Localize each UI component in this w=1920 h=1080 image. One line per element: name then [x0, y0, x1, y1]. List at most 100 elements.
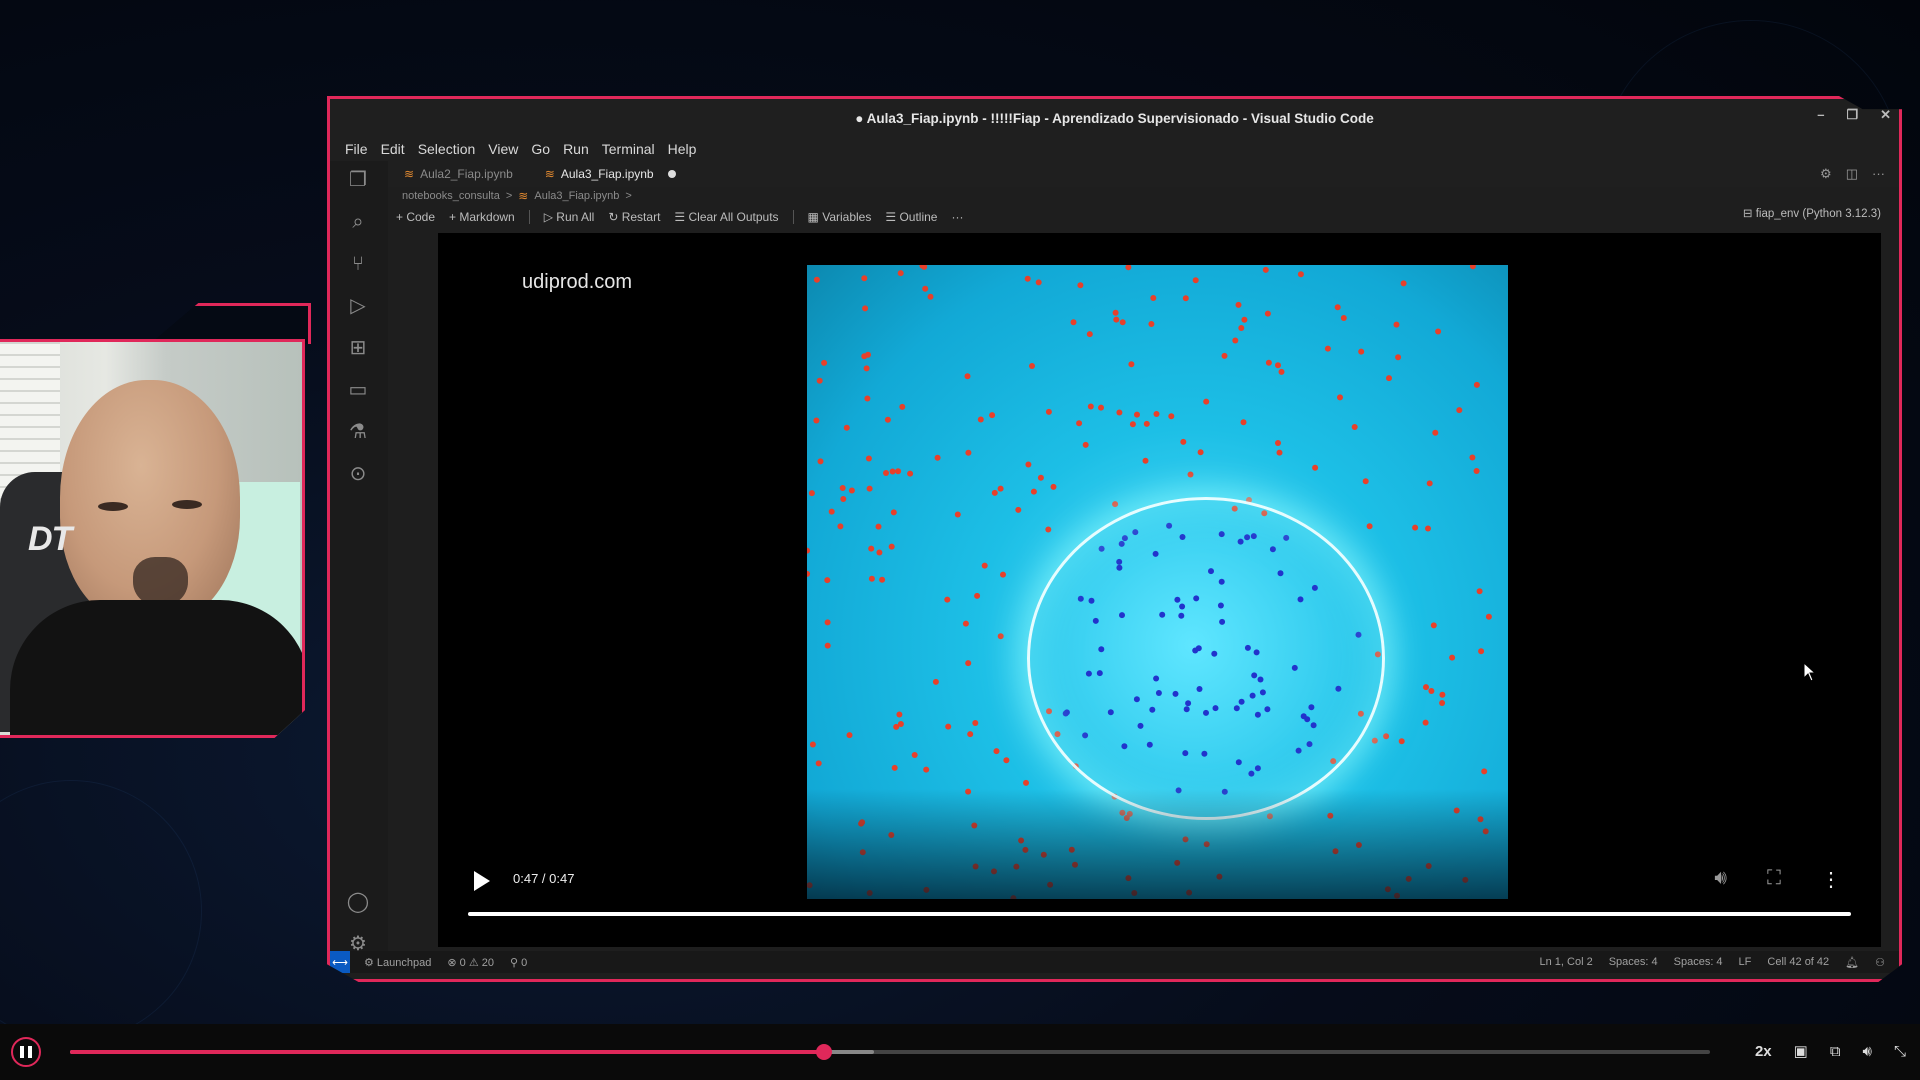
- outline-button[interactable]: ☰ Outline: [885, 210, 937, 224]
- exit-fullscreen-icon[interactable]: ⤡: [1894, 1043, 1906, 1060]
- launchpad-item[interactable]: ⚙ Launchpad: [364, 956, 431, 969]
- clear-outputs-button[interactable]: ☰ Clear All Outputs: [674, 210, 778, 224]
- picture-in-picture-icon[interactable]: ⧉: [1830, 1043, 1841, 1060]
- player-progress-track[interactable]: [70, 1044, 1710, 1060]
- red-particle: [1423, 684, 1429, 691]
- red-particle: [807, 547, 810, 554]
- red-particle: [843, 424, 850, 431]
- red-particle: [1393, 321, 1400, 328]
- red-particle: [981, 562, 988, 569]
- kernel-picker[interactable]: ⊟ fiap_env (Python 3.12.3): [1743, 206, 1881, 220]
- captions-icon[interactable]: ▣: [1794, 1042, 1808, 1060]
- red-particle: [1276, 449, 1283, 456]
- red-particle: [875, 523, 882, 530]
- red-particle: [1426, 480, 1433, 487]
- volume-icon[interactable]: 🔊︎: [1714, 867, 1727, 892]
- red-particle: [861, 275, 868, 282]
- red-particle: [1143, 420, 1150, 427]
- restore-icon[interactable]: ❐: [1846, 107, 1858, 123]
- ports-item[interactable]: ⚲ 0: [510, 956, 527, 969]
- editor-tabs: ≋ Aula2_Fiap.ipynb ≋ Aula3_Fiap.ipynb ⚙ …: [388, 161, 1899, 187]
- toolbar-more-button[interactable]: ···: [951, 210, 963, 224]
- red-particle: [1187, 471, 1194, 478]
- menu-item-go[interactable]: Go: [531, 141, 550, 157]
- testing-icon[interactable]: ⚗: [345, 419, 371, 445]
- gear-icon[interactable]: ⚙: [1820, 166, 1832, 182]
- decision-boundary-ring: [1027, 497, 1385, 820]
- red-particle: [1265, 359, 1272, 366]
- red-particle: [1395, 354, 1402, 361]
- red-particle: [922, 285, 929, 292]
- breadcrumb-folder[interactable]: notebooks_consulta: [402, 190, 500, 202]
- red-particle: [1422, 719, 1429, 726]
- indentation-1[interactable]: Spaces: 4: [1609, 956, 1658, 969]
- cursor-position[interactable]: Ln 1, Col 2: [1540, 956, 1593, 969]
- red-particle: [868, 575, 875, 582]
- video-progress-bar[interactable]: [468, 912, 1851, 916]
- volume-icon[interactable]: 🔊︎: [1863, 1043, 1872, 1060]
- notifications-bell-icon[interactable]: 🔔︎: [1845, 956, 1859, 969]
- embedded-video[interactable]: [807, 265, 1508, 899]
- red-particle: [1278, 368, 1285, 375]
- menu-item-help[interactable]: Help: [668, 141, 697, 157]
- red-particle: [1337, 394, 1343, 401]
- video-controls: 0:47 / 0:47 🔊︎ ⛶ ⋮: [438, 857, 1881, 947]
- red-particle: [891, 764, 898, 771]
- red-particle: [1070, 319, 1077, 326]
- run-debug-icon[interactable]: ▷: [345, 293, 371, 319]
- cell-indicator[interactable]: Cell 42 of 42: [1767, 956, 1829, 969]
- minimize-icon[interactable]: –: [1817, 107, 1824, 123]
- red-particle: [1098, 404, 1104, 411]
- breadcrumb-file[interactable]: Aula3_Fiap.ipynb: [534, 190, 619, 202]
- red-particle: [1473, 381, 1480, 388]
- red-particle: [1371, 737, 1378, 744]
- accounts-icon[interactable]: ◯: [345, 889, 371, 915]
- split-editor-icon[interactable]: ◫: [1846, 166, 1858, 182]
- add-code-button[interactable]: + Code: [396, 210, 435, 224]
- menu-item-terminal[interactable]: Terminal: [602, 141, 655, 157]
- problems-item[interactable]: ⊗ 0 ⚠ 20: [447, 956, 494, 969]
- menu-item-selection[interactable]: Selection: [418, 141, 476, 157]
- unsaved-dot-icon[interactable]: [667, 170, 676, 178]
- menu-item-view[interactable]: View: [488, 141, 518, 157]
- red-particle: [1180, 438, 1187, 445]
- red-particle: [927, 293, 934, 300]
- source-control-icon[interactable]: ⑂: [345, 251, 371, 277]
- extensions-icon[interactable]: ⊞: [345, 335, 371, 361]
- explorer-icon[interactable]: ❐: [345, 167, 371, 193]
- red-particle: [923, 766, 930, 773]
- pause-icon[interactable]: [11, 1037, 41, 1067]
- run-all-button[interactable]: ▷ Run All: [544, 210, 595, 224]
- end-of-line[interactable]: LF: [1739, 956, 1752, 969]
- red-particle: [897, 721, 904, 727]
- red-particle: [1432, 429, 1439, 436]
- menu-item-file[interactable]: File: [345, 141, 368, 157]
- red-particle: [977, 416, 984, 423]
- search-icon[interactable]: ⌕: [345, 209, 371, 235]
- restart-label: Restart: [621, 210, 661, 224]
- remote-explorer-icon[interactable]: ▭: [345, 377, 371, 403]
- menu-item-edit[interactable]: Edit: [381, 141, 405, 157]
- red-particle: [865, 455, 872, 462]
- vscode-window: ● Aula3_Fiap.ipynb - !!!!!Fiap - Aprendi…: [327, 96, 1902, 982]
- more-actions-icon[interactable]: ···: [1872, 166, 1885, 182]
- git-graph-icon[interactable]: ⊙: [345, 461, 371, 487]
- red-particle: [889, 468, 896, 475]
- playback-speed-button[interactable]: 2x: [1755, 1043, 1772, 1060]
- variables-button[interactable]: ▦ Variables: [808, 210, 872, 224]
- indentation-2[interactable]: Spaces: 4: [1674, 956, 1723, 969]
- remote-indicator-icon[interactable]: ⟷: [330, 951, 350, 973]
- fullscreen-icon[interactable]: ⛶: [1767, 867, 1781, 892]
- tab-aula2[interactable]: ≋ Aula2_Fiap.ipynb: [388, 161, 529, 187]
- breadcrumb: notebooks_consulta > ≋ Aula3_Fiap.ipynb …: [402, 187, 632, 205]
- add-markdown-button[interactable]: + Markdown: [449, 210, 515, 224]
- feedback-icon[interactable]: ⚇: [1875, 956, 1885, 969]
- tab-aula3[interactable]: ≋ Aula3_Fiap.ipynb: [529, 161, 692, 187]
- close-icon[interactable]: ✕: [1880, 107, 1891, 123]
- menu-item-run[interactable]: Run: [563, 141, 589, 157]
- player-scrubber[interactable]: [816, 1044, 833, 1060]
- video-menu-icon[interactable]: ⋮: [1821, 867, 1841, 892]
- red-particle: [1469, 265, 1476, 270]
- restart-button[interactable]: ↻ Restart: [608, 210, 660, 224]
- play-icon[interactable]: [474, 871, 490, 891]
